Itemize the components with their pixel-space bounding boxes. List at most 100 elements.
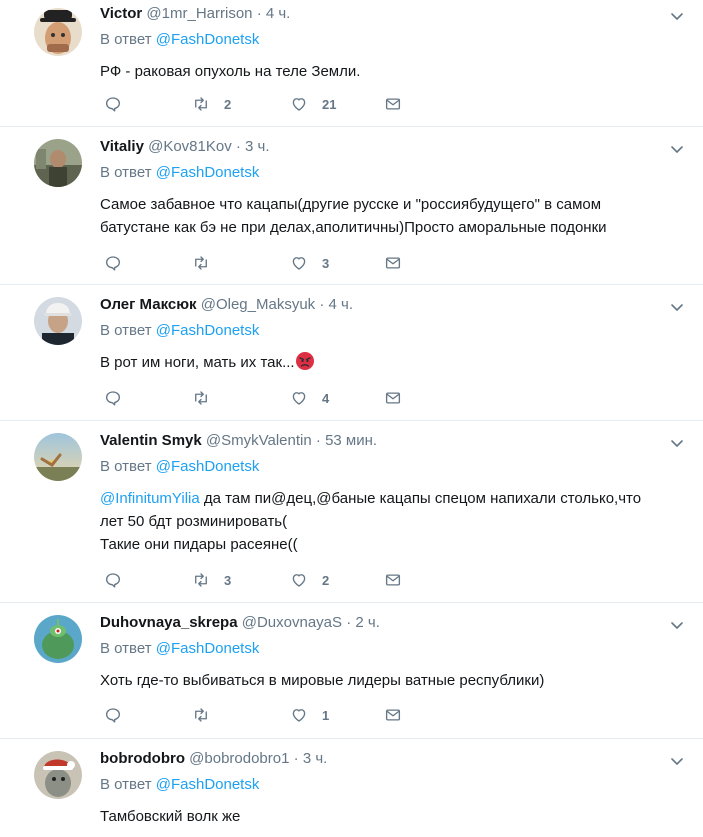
avatar[interactable] — [34, 751, 82, 799]
reply-button[interactable] — [104, 706, 122, 724]
timestamp[interactable]: 2 ч. — [355, 614, 380, 631]
direct-message-button[interactable] — [384, 389, 402, 407]
reply-prefix: В ответ — [100, 322, 152, 339]
reply-to-link[interactable]: @FashDonetsk — [156, 776, 260, 793]
retweet-button[interactable] — [192, 706, 224, 724]
retweet-icon — [195, 708, 207, 722]
separator-dot: · — [293, 750, 299, 767]
timestamp[interactable]: 4 ч. — [266, 5, 291, 22]
like-count: 3 — [322, 255, 330, 271]
reply-button[interactable] — [104, 254, 122, 272]
user-handle[interactable]: @SmykValentin — [206, 432, 312, 449]
user-handle[interactable]: @Kov81Kov — [148, 138, 232, 155]
user-handle[interactable]: @DuxovnayaS — [242, 614, 342, 631]
tweet-header: Victor @1mr_Harrison · 4 ч. — [100, 4, 683, 24]
tweet-text: Самое забавное что кацапы(другие русске … — [100, 193, 683, 239]
reply-context: В ответ @FashDonetsk — [100, 321, 683, 341]
like-button[interactable]: 4 — [290, 389, 329, 407]
display-name[interactable]: Victor — [100, 5, 142, 22]
user-handle[interactable]: @Oleg_Maksyuk — [201, 296, 315, 313]
tweet-header: Олег Максюк @Oleg_Maksyuk · 4 ч. — [100, 295, 683, 315]
tweet-text-line: @InfinitumYilia да там пи@дец,@баные кац… — [100, 487, 683, 510]
reply-button[interactable] — [104, 389, 122, 407]
reply-prefix: В ответ — [100, 776, 152, 793]
tweet-header: Duhovnaya_skrepa @DuxovnayaS · 2 ч. — [100, 613, 683, 633]
display-name[interactable]: Олег Максюк — [100, 296, 197, 313]
display-name[interactable]: Duhovnaya_skrepa — [100, 614, 238, 631]
chevron-down-icon[interactable] — [669, 753, 685, 769]
display-name[interactable]: bobrodobro — [100, 750, 185, 767]
tweet[interactable]: Valentin Smyk @SmykValentin · 53 мин. В … — [0, 421, 703, 603]
direct-message-button[interactable] — [384, 571, 402, 589]
reply-to-link[interactable]: @FashDonetsk — [156, 322, 260, 339]
avatar[interactable] — [34, 615, 82, 663]
retweet-icon — [195, 256, 207, 270]
chevron-down-icon[interactable] — [669, 435, 685, 451]
tweet-text: Тамбовский волк же — [100, 805, 683, 828]
reply-to-link[interactable]: @FashDonetsk — [156, 164, 260, 181]
avatar[interactable] — [34, 139, 82, 187]
tweet-text-line: Хоть где-то выбиваться в мировые лидеры … — [100, 672, 545, 689]
retweet-button[interactable] — [192, 254, 224, 272]
reply-prefix: В ответ — [100, 458, 152, 475]
direct-message-button[interactable] — [384, 254, 402, 272]
mention-link[interactable]: @InfinitumYilia — [100, 490, 200, 507]
avatar[interactable] — [34, 8, 82, 56]
reply-icon — [105, 391, 121, 406]
timestamp[interactable]: 4 ч. — [329, 296, 354, 313]
display-name[interactable]: Valentin Smyk — [100, 432, 202, 449]
chevron-down-icon[interactable] — [669, 617, 685, 633]
avatar[interactable] — [34, 433, 82, 481]
reply-to-link[interactable]: @FashDonetsk — [156, 458, 260, 475]
reply-context: В ответ @FashDonetsk — [100, 639, 683, 659]
user-handle[interactable]: @1mr_Harrison — [146, 5, 252, 22]
timestamp[interactable]: 53 мин. — [325, 432, 377, 449]
like-icon — [292, 709, 306, 722]
reply-to-link[interactable]: @FashDonetsk — [156, 640, 260, 657]
reply-context: В ответ @FashDonetsk — [100, 30, 683, 50]
chevron-down-icon[interactable] — [669, 8, 685, 24]
user-handle[interactable]: @bobrodobro1 — [189, 750, 289, 767]
timestamp[interactable]: 3 ч. — [245, 138, 270, 155]
reply-button[interactable] — [104, 95, 122, 113]
retweet-button[interactable]: 3 — [192, 571, 231, 589]
chevron-down-icon[interactable] — [669, 141, 685, 157]
tweet-actions: 2 21 — [104, 95, 424, 115]
tweet-header: bobrodobro @bobrodobro1 · 3 ч. — [100, 749, 683, 769]
retweet-button[interactable] — [192, 389, 224, 407]
like-button[interactable]: 21 — [290, 95, 336, 113]
retweet-icon — [195, 391, 207, 405]
tweet-text-line: лет 50 бдт розминировать( — [100, 513, 288, 530]
tweet-text: РФ - раковая опухоль на теле Земли. — [100, 60, 683, 83]
tweet-text-line: Такие они пидары расеяне(( — [100, 536, 298, 553]
reply-context: В ответ @FashDonetsk — [100, 163, 683, 183]
reply-to-link[interactable]: @FashDonetsk — [156, 31, 260, 48]
reply-context: В ответ @FashDonetsk — [100, 775, 683, 795]
timestamp[interactable]: 3 ч. — [303, 750, 328, 767]
tweet[interactable]: Олег Максюк @Oleg_Maksyuk · 4 ч. В ответ… — [0, 285, 703, 421]
tweet[interactable]: bobrodobro @bobrodobro1 · 3 ч. В ответ @… — [0, 739, 703, 837]
reply-icon — [105, 97, 121, 112]
reply-button[interactable] — [104, 571, 122, 589]
avatar[interactable] — [34, 297, 82, 345]
like-button[interactable]: 2 — [290, 571, 329, 589]
direct-message-icon — [385, 709, 401, 721]
tweet-actions: 3 2 — [104, 571, 424, 591]
angry-face-emoji — [295, 352, 314, 370]
tweet[interactable]: Victor @1mr_Harrison · 4 ч. В ответ @Fas… — [0, 0, 703, 127]
display-name[interactable]: Vitaliy — [100, 138, 144, 155]
reply-icon — [105, 573, 121, 588]
tweet-actions: 1 — [104, 706, 424, 726]
direct-message-button[interactable] — [384, 706, 402, 724]
tweet-actions: 3 — [104, 254, 424, 274]
tweet-actions: 4 — [104, 389, 424, 409]
tweet[interactable]: Vitaliy @Kov81Kov · 3 ч. В ответ @FashDo… — [0, 127, 703, 285]
tweet[interactable]: Duhovnaya_skrepa @DuxovnayaS · 2 ч. В от… — [0, 603, 703, 739]
reply-icon — [105, 256, 121, 271]
chevron-down-icon[interactable] — [669, 299, 685, 315]
like-count: 21 — [322, 96, 337, 112]
like-button[interactable]: 3 — [290, 254, 329, 272]
like-button[interactable]: 1 — [290, 706, 329, 724]
direct-message-button[interactable] — [384, 95, 402, 113]
retweet-button[interactable]: 2 — [192, 95, 231, 113]
